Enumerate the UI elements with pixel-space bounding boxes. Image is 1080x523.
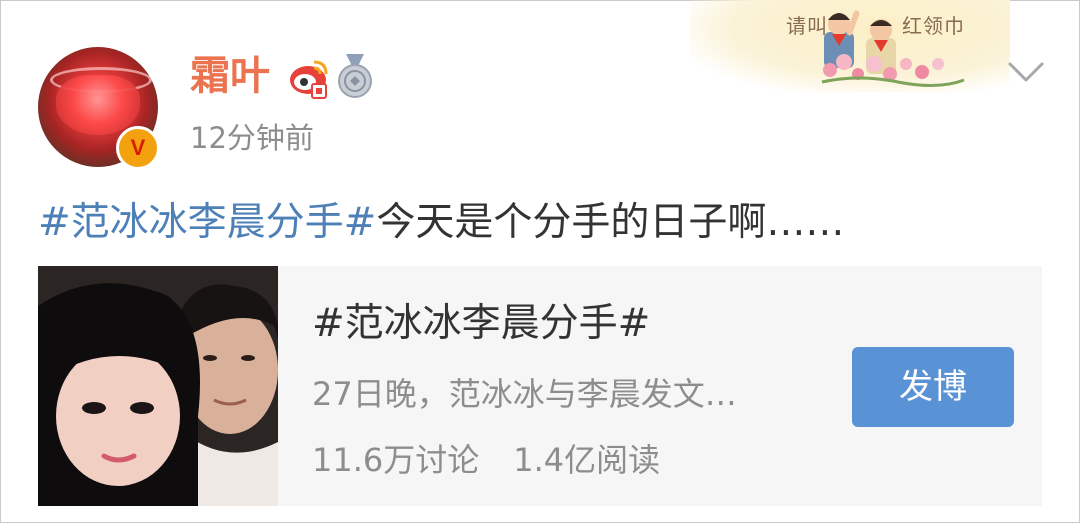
topic-title[interactable]: #范冰冰李晨分手#: [312, 298, 650, 350]
topic-card[interactable]: #范冰冰李晨分手# 27日晚，范冰冰与李晨发文… 11.6万讨论 1.4亿阅读 发…: [38, 266, 1042, 506]
discussion-count: 11.6万讨论: [312, 441, 480, 479]
weibo-level-badge-icon[interactable]: [286, 56, 330, 100]
topic-stats: 11.6万讨论 1.4亿阅读: [312, 438, 660, 482]
username[interactable]: 霜叶: [190, 50, 270, 102]
post-hashtag-link[interactable]: #范冰冰李晨分手#: [38, 200, 376, 245]
read-count: 1.4亿阅读: [513, 441, 661, 479]
decorative-banner: 请叫我 红领巾: [690, 0, 1010, 92]
post-body-text: 今天是个分手的日子啊……: [376, 200, 845, 245]
post-text: #范冰冰李晨分手#今天是个分手的日子啊……: [38, 196, 844, 250]
verified-v-icon: V: [116, 126, 160, 170]
topic-description: 27日晚，范冰冰与李晨发文…: [312, 375, 737, 413]
post-timestamp: 12分钟前: [190, 121, 314, 155]
post-weibo-button[interactable]: 发博: [852, 347, 1014, 427]
banner-text-right: 红领巾: [902, 14, 965, 38]
silver-medal-badge-icon[interactable]: [336, 54, 374, 100]
couple-photo-illustration: [38, 266, 278, 506]
topic-thumbnail-image: [38, 266, 278, 506]
flowers-decoration: [821, 54, 965, 88]
avatar-drink-glass: [56, 75, 140, 135]
chevron-down-icon[interactable]: [1006, 58, 1046, 86]
